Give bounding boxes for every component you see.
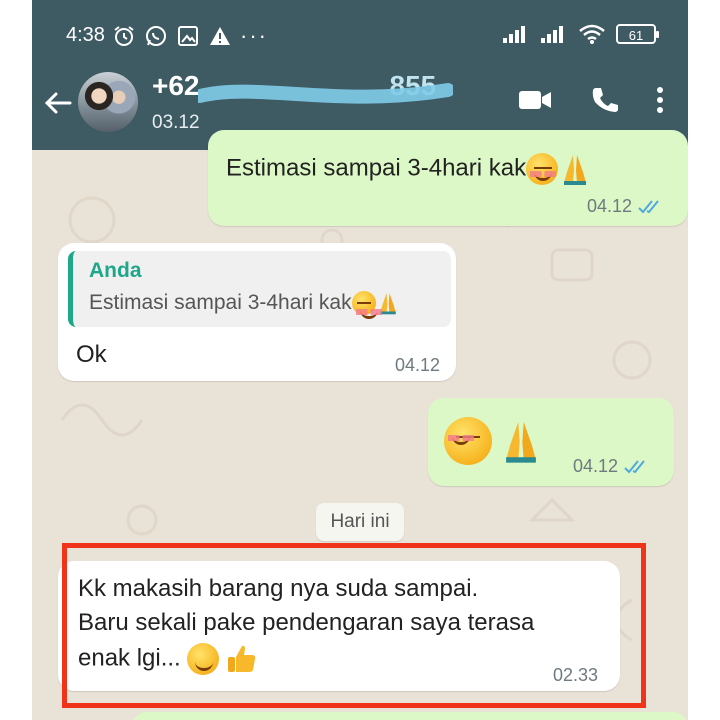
message-bubble-outgoing[interactable]: Estimasi sampai 3-4hari kak 04.12 <box>208 130 688 226</box>
status-time: 4:38 <box>66 24 105 46</box>
message-time: 02.33 <box>552 665 598 685</box>
message-bubble-outgoing[interactable]: 04.12 <box>428 398 674 486</box>
folded-hands-icon <box>564 155 587 185</box>
signal-icon-2 <box>541 26 563 43</box>
message-bubble-incoming[interactable]: Anda Estimasi sampai 3-4hari kak Ok 04.1… <box>58 243 456 381</box>
message-line-3: enak lgi... <box>78 644 181 672</box>
smiling-face-icon <box>444 417 492 465</box>
voice-call-icon[interactable] <box>590 86 618 114</box>
folded-hands-icon <box>506 422 536 463</box>
message-line-1: Kk makasih barang nya suda sampai. <box>78 575 479 602</box>
thumbs-up-icon <box>228 645 256 672</box>
back-arrow-icon[interactable] <box>42 87 74 119</box>
read-ticks-icon <box>624 459 645 473</box>
quoted-message[interactable]: Anda Estimasi sampai 3-4hari kak <box>68 251 451 327</box>
quoted-text: Estimasi sampai 3-4hari kak <box>89 291 352 314</box>
status-bar: 4:38 ··· 61 <box>32 18 688 54</box>
message-time: 04.12 <box>572 456 618 476</box>
gallery-icon <box>178 26 198 46</box>
video-call-icon[interactable] <box>518 89 552 111</box>
contact-subtitle: 03.12 <box>152 112 200 133</box>
read-ticks-icon <box>638 199 659 213</box>
quoted-author: Anda <box>89 259 142 282</box>
message-time: 04.12 <box>586 196 632 216</box>
chat-header: 4:38 ··· 61 +62 855 03.12 <box>32 0 688 150</box>
more-options-icon[interactable] <box>656 86 664 114</box>
more-notifications-icon: ··· <box>240 23 268 48</box>
message-text: Estimasi sampai 3-4hari kak <box>226 154 527 182</box>
wifi-icon <box>579 24 605 44</box>
chat-screen: 4:38 ··· 61 +62 855 03.12 Estimasi sampa… <box>32 0 688 720</box>
alarm-icon <box>114 26 134 46</box>
message-text: Ok <box>76 341 107 368</box>
signal-icon <box>503 26 525 43</box>
slightly-smiling-face-icon <box>187 643 220 675</box>
whatsapp-icon <box>146 26 166 46</box>
avatar[interactable] <box>78 72 138 132</box>
message-time: 04.12 <box>394 355 440 375</box>
smiling-face-icon <box>526 153 559 185</box>
message-line-2: Baru sekali pake pendengaran saya terasa <box>78 609 535 636</box>
battery-icon: 61 <box>616 24 659 44</box>
message-bubble-outgoing-partial <box>132 712 688 720</box>
redaction-scribble <box>198 83 453 104</box>
smiling-face-icon <box>351 291 382 320</box>
warning-icon <box>210 27 230 45</box>
message-bubble-incoming[interactable]: Kk makasih barang nya suda sampai. Baru … <box>58 561 620 691</box>
day-divider: Hari ini <box>316 503 404 541</box>
